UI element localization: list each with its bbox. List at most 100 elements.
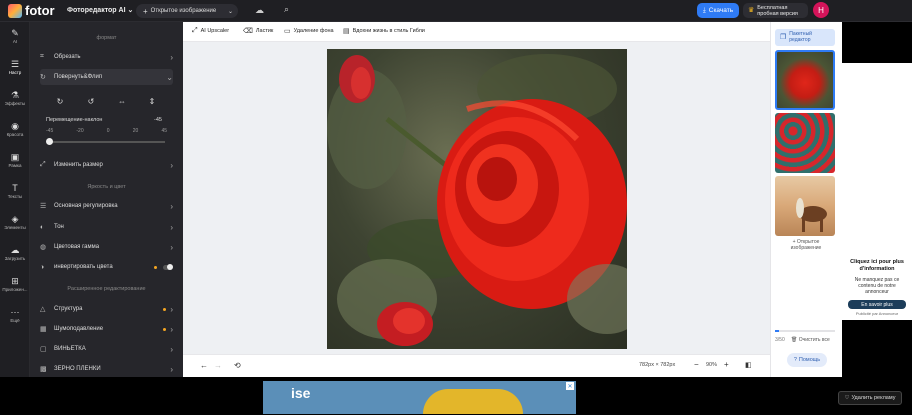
rail-item-more[interactable]: ⋯ Ещё [0,307,30,323]
more-icon: ⋯ [10,307,20,317]
chevron-down-icon: ⌄ [227,8,233,15]
rose-illustration [327,54,627,346]
remove-bg-icon: ▭ [284,28,291,35]
zoom-in-icon[interactable]: + [724,360,729,369]
fotor-logo-icon[interactable] [8,4,22,18]
chevron-right-icon: › [170,160,173,170]
tone-row[interactable]: ◐ Тон › [40,219,173,235]
trash-icon: 🗑 [791,337,798,343]
flask-icon: ⚗ [10,90,20,100]
resize-icon: ⤢ [40,161,46,168]
flip-horizontal-button[interactable]: ⇔ [107,93,137,109]
palette-icon: ◍ [40,244,47,251]
apps-icon: ⊞ [11,276,19,286]
undo-icon[interactable]: ← [200,361,208,370]
open-image-button[interactable]: + Открытое изображение ⌄ [136,4,238,18]
hsl-row[interactable]: ◍ Цветовая гамма › [40,239,173,255]
ghibli-icon: ▤ [343,28,350,35]
text-icon: T [12,183,18,193]
clear-all-button[interactable]: 🗑 Очистить все [791,337,830,343]
rail-item-upload[interactable]: ☁ Загрузить [0,245,30,261]
plus-icon: + [143,6,148,16]
thumbnail-rose[interactable] [775,50,835,110]
ad-headline: Cliquez ici pour plus d'information [850,259,904,272]
zoom-out-icon[interactable]: − [694,360,699,369]
zoom-level[interactable]: 90% [706,362,717,368]
flip-vertical-button[interactable]: ⇕ [137,93,167,109]
resize-row[interactable]: ⤢ Изменить размер › [40,157,173,173]
rail-item-beauty[interactable]: ◉ Красота [0,121,30,137]
help-button[interactable]: ? Помощь [787,353,827,367]
chevron-right-icon: › [170,201,173,211]
download-button[interactable]: ⤓ Скачать [697,3,739,18]
straighten-scale: -45 -20 0 20 45 [46,128,167,134]
vignette-row[interactable]: ▢ ВИНЬЕТКА › [40,341,173,357]
rotate-right-button[interactable]: ↻ [45,93,75,109]
batch-editor-button[interactable]: ❐ Пакетный редактор [775,29,835,46]
denoise-row[interactable]: ▦ Шумоподавление › [40,321,173,337]
fotor-logo-text[interactable]: fotor [25,3,55,18]
remove-ads-button[interactable]: ♡ Удалить рекламу [838,391,902,405]
straighten-slider-handle[interactable] [46,138,53,145]
rail-item-apps[interactable]: ⊞ Приложен... [0,276,30,292]
grain-row[interactable]: ▩ ЗЕРНО ПЛЕНКИ › [40,361,173,377]
ad-byline: Publicité par Annonceur [855,311,899,316]
redo-icon[interactable]: → [214,361,222,370]
straighten-slider-track[interactable] [48,141,165,143]
premium-dot-icon [154,265,157,269]
grain-icon: ▩ [40,366,47,373]
avatar[interactable]: H [813,2,829,18]
layers-icon: ❐ [780,33,787,41]
chevron-right-icon: › [170,304,173,314]
top-bar: fotor Фоторедактор AI ⌄ + Открытое изобра… [0,0,912,22]
chevron-down-icon: ⌄ [127,7,134,14]
cloud-icon[interactable]: ☁ [255,5,264,16]
add-image-button[interactable]: + Открытое изображение [777,239,835,251]
rotate-flip-row[interactable]: ↻ Повернуть&Флип ⌄ [40,69,173,85]
invert-icon: ◑ [40,263,45,271]
rail-item-ai[interactable]: ✎ AI [0,28,30,44]
thumbnail-camel-rider[interactable] [775,176,835,236]
free-trial-button[interactable]: ♛ Бесплатная пробная версия [743,3,808,18]
sparkle-icon: ✎ [11,28,19,38]
tool-eraser[interactable]: ⌫ Ластик [243,27,273,35]
search-icon[interactable]: ⌕ [284,4,289,15]
rotate-left-button[interactable]: ↺ [76,93,106,109]
rail-item-effects[interactable]: ⚗ Эффекты [0,90,30,106]
sliders-icon: ☰ [40,203,47,210]
rotate-right-icon: ↻ [56,96,64,106]
rail-item-elements[interactable]: ◈ Элементы [0,214,30,230]
invert-toggle[interactable] [163,263,173,270]
tool-ghibli[interactable]: ▤ Вдохни жизнь в стиль Гибли [343,27,425,35]
heart-icon: ♡ [844,395,850,401]
rail-item-text[interactable]: T Тексты [0,183,30,199]
tool-remove-bg[interactable]: ▭ Удаление фона [284,27,334,35]
straighten-value: -45 [154,117,162,123]
crown-icon: ♛ [748,6,755,14]
rose-photo[interactable] [327,49,627,349]
invert-row[interactable]: ◑ инвертировать цвета [40,259,173,275]
rail-item-adjust[interactable]: ☰ Настр [0,59,30,75]
usage-count: 3/50 [775,337,785,343]
section-title-format: формат [96,35,117,41]
thumbnail-rose-pattern[interactable] [775,113,835,173]
rail-item-frame[interactable]: ▣ Рамка [0,152,30,168]
structure-row[interactable]: △ Структура › [40,301,173,317]
bottom-advertisement[interactable]: ise ✕ [263,381,576,414]
crop-row[interactable]: ⌗ Обрезать › [40,49,173,65]
chevron-down-icon: ⌄ [166,72,173,82]
compare-icon[interactable]: ◧ [745,361,752,369]
ad-close-icon[interactable]: ✕ [566,382,574,390]
frame-icon: ▣ [10,152,20,162]
ad-cta-button[interactable]: En savoir plus [848,300,906,309]
side-advertisement[interactable]: Cliquez ici pour plus d'information Ne ma… [842,63,912,320]
editor-menu-button[interactable]: Фоторедактор AI ⌄ [67,6,133,14]
history-icon[interactable]: ⟲ [234,361,241,370]
section-title-advanced: Расширенное редактирование [67,286,146,292]
upscale-icon: ⤢ [192,27,198,34]
chevron-right-icon: › [170,324,173,334]
basic-adjust-row[interactable]: ☰ Основная регулировка › [40,198,173,214]
premium-dot-icon [163,307,167,311]
tool-ai-upscaler[interactable]: ⤢ AI Upscaler [192,27,229,35]
ad-body: Ne manquez pas ce contenu de notre annonce… [854,277,900,295]
